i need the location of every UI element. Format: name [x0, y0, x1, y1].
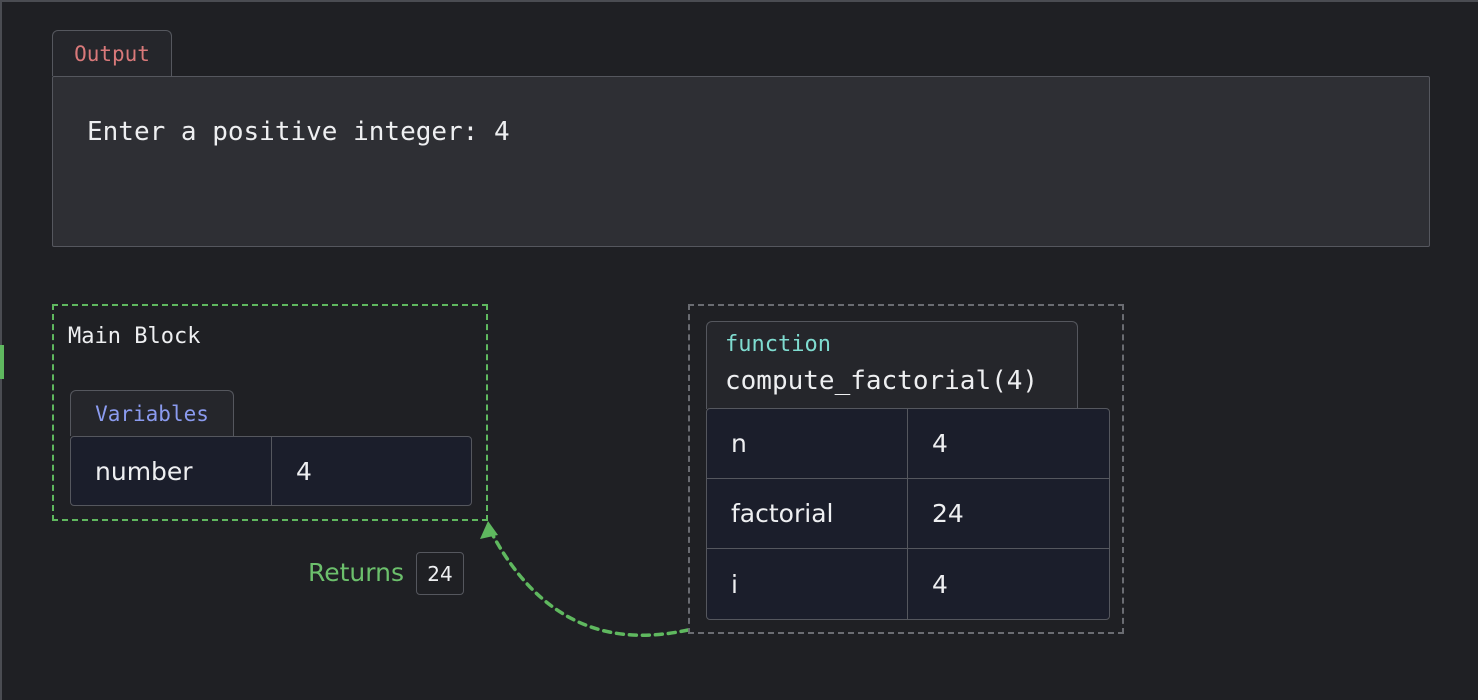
output-console: Enter a positive integer: 4: [52, 76, 1430, 247]
variable-name: number: [71, 437, 272, 505]
table-row: n 4: [707, 409, 1109, 479]
main-variables-table: number 4: [70, 436, 472, 506]
return-value-badge: 24: [416, 552, 464, 595]
variable-name: factorial: [707, 479, 908, 548]
function-header-tab[interactable]: function compute_factorial(4): [706, 321, 1078, 409]
output-text: Enter a positive integer: 4: [87, 117, 510, 147]
left-edge-marker: [0, 345, 4, 379]
return-arrow: [480, 521, 690, 637]
function-frame: function compute_factorial(4) n 4 factor…: [688, 304, 1124, 634]
variable-value: 4: [932, 569, 948, 599]
main-block-title: Main Block: [68, 324, 201, 349]
main-block-frame: Main Block Variables number 4: [52, 304, 488, 521]
table-row: i 4: [707, 549, 1109, 619]
function-kind-label: function: [725, 332, 831, 357]
function-signature: compute_factorial(4): [725, 366, 1039, 396]
output-tab-label: Output: [74, 42, 150, 66]
output-tab[interactable]: Output: [52, 30, 172, 76]
function-variables-table: n 4 factorial 24 i 4: [706, 408, 1110, 620]
variables-tab-label: Variables: [95, 402, 209, 426]
variable-value: 4: [932, 429, 948, 458]
variables-tab[interactable]: Variables: [70, 390, 234, 436]
table-row: factorial 24: [707, 479, 1109, 549]
variable-name: i: [707, 549, 908, 619]
variable-value: 24: [932, 499, 964, 528]
variable-value: 4: [296, 456, 312, 486]
returns-label: Returns: [308, 558, 404, 587]
variable-name: n: [707, 409, 908, 478]
